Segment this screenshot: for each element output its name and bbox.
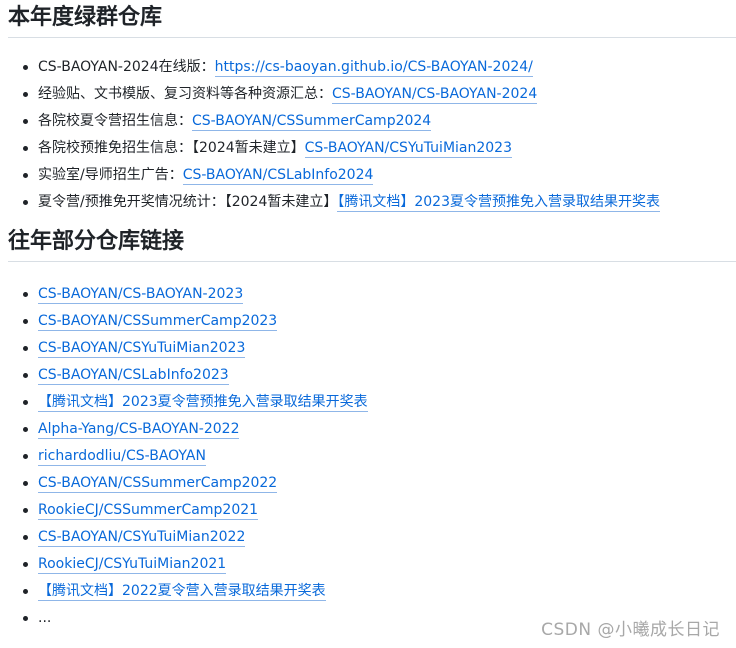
link-past-repo[interactable]: 【腾讯文档】2022夏令营入营录取结果开奖表 <box>38 583 326 601</box>
watermark-text: CSDN @小曦成长日记 <box>541 620 720 640</box>
section-heading-current: 本年度绿群仓库 <box>8 0 736 38</box>
section-heading-past: 往年部分仓库链接 <box>8 224 736 262</box>
list-item-text: 各院校预推免招生信息：【2024暂未建立】 <box>38 140 305 156</box>
bullet-icon <box>23 373 28 378</box>
ellipsis-text: ... <box>38 610 52 626</box>
list-item: CS-BAOYAN/CSSummerCamp2022 <box>8 470 736 497</box>
link-resources-repo[interactable]: CS-BAOYAN/CS-BAOYAN-2024 <box>332 86 538 104</box>
list-item: richardodliu/CS-BAOYAN <box>8 443 736 470</box>
bullet-icon <box>23 535 28 540</box>
list-item: 各院校夏令营招生信息：CS-BAOYAN/CSSummerCamp2024 <box>8 108 736 135</box>
bullet-icon <box>23 200 28 205</box>
bullet-icon <box>23 346 28 351</box>
bullet-icon <box>23 454 28 459</box>
link-past-repo[interactable]: richardodliu/CS-BAOYAN <box>38 448 206 466</box>
list-item-text: 各院校夏令营招生信息： <box>38 113 192 129</box>
list-item-text: 夏令营/预推免开奖情况统计：【2024暂未建立】 <box>38 194 338 210</box>
list-item-text: 经验贴、文书模版、复习资料等各种资源汇总： <box>38 86 332 102</box>
link-past-repo[interactable]: Alpha-Yang/CS-BAOYAN-2022 <box>38 421 240 439</box>
bullet-icon <box>23 92 28 97</box>
link-summer-camp-repo[interactable]: CS-BAOYAN/CSSummerCamp2024 <box>192 113 432 131</box>
list-item: 实验室/导师招生广告：CS-BAOYAN/CSLabInfo2024 <box>8 162 736 189</box>
bullet-icon <box>23 616 28 621</box>
list-item: Alpha-Yang/CS-BAOYAN-2022 <box>8 416 736 443</box>
section-past: 往年部分仓库链接 CS-BAOYAN/CS-BAOYAN-2023 CS-BAO… <box>0 224 736 632</box>
bullet-icon <box>23 65 28 70</box>
list-item: CS-BAOYAN/CSSummerCamp2023 <box>8 308 736 335</box>
link-past-repo[interactable]: RookieCJ/CSYuTuiMian2021 <box>38 556 227 574</box>
link-past-repo[interactable]: 【腾讯文档】2023夏令营预推免入营录取结果开奖表 <box>38 394 368 412</box>
list-item: CS-BAOYAN-2024在线版：https://cs-baoyan.gith… <box>8 54 736 81</box>
link-lab-info-repo[interactable]: CS-BAOYAN/CSLabInfo2024 <box>182 167 374 185</box>
bullet-icon <box>23 292 28 297</box>
bullet-icon <box>23 400 28 405</box>
list-item: 【腾讯文档】2022夏令营入营录取结果开奖表 <box>8 578 736 605</box>
link-yutuimian-repo[interactable]: CS-BAOYAN/CSYuTuiMian2023 <box>304 140 512 158</box>
list-item: CS-BAOYAN/CSLabInfo2023 <box>8 362 736 389</box>
link-past-repo[interactable]: CS-BAOYAN/CS-BAOYAN-2023 <box>38 286 244 304</box>
list-item: CS-BAOYAN/CSYuTuiMian2022 <box>8 524 736 551</box>
bullet-icon <box>23 589 28 594</box>
list-item: 经验贴、文书模版、复习资料等各种资源汇总：CS-BAOYAN/CS-BAOYAN… <box>8 81 736 108</box>
list-item: 各院校预推免招生信息：【2024暂未建立】CS-BAOYAN/CSYuTuiMi… <box>8 135 736 162</box>
list-item: CS-BAOYAN/CSYuTuiMian2023 <box>8 335 736 362</box>
link-online-version[interactable]: https://cs-baoyan.github.io/CS-BAOYAN-20… <box>214 59 533 77</box>
list-item: RookieCJ/CSYuTuiMian2021 <box>8 551 736 578</box>
link-tencent-doc-2023[interactable]: 【腾讯文档】2023夏令营预推免入营录取结果开奖表 <box>337 194 660 212</box>
bullet-icon <box>23 427 28 432</box>
bullet-icon <box>23 481 28 486</box>
list-item: CS-BAOYAN/CS-BAOYAN-2023 <box>8 281 736 308</box>
bullet-icon <box>23 173 28 178</box>
list-item: 【腾讯文档】2023夏令营预推免入营录取结果开奖表 <box>8 389 736 416</box>
link-past-repo[interactable]: CS-BAOYAN/CSYuTuiMian2022 <box>38 529 246 547</box>
link-past-repo[interactable]: CS-BAOYAN/CSSummerCamp2023 <box>38 313 278 331</box>
link-past-repo[interactable]: CS-BAOYAN/CSSummerCamp2022 <box>38 475 278 493</box>
list-item: RookieCJ/CSSummerCamp2021 <box>8 497 736 524</box>
past-repo-list: CS-BAOYAN/CS-BAOYAN-2023 CS-BAOYAN/CSSum… <box>8 281 736 632</box>
list-item-text: CS-BAOYAN-2024在线版： <box>38 59 215 75</box>
bullet-icon <box>23 562 28 567</box>
bullet-icon <box>23 119 28 124</box>
bullet-icon <box>23 508 28 513</box>
link-past-repo[interactable]: CS-BAOYAN/CSYuTuiMian2023 <box>38 340 246 358</box>
list-item-text: 实验室/导师招生广告： <box>38 167 183 183</box>
section-current: 本年度绿群仓库 CS-BAOYAN-2024在线版：https://cs-bao… <box>0 0 736 216</box>
link-past-repo[interactable]: RookieCJ/CSSummerCamp2021 <box>38 502 259 520</box>
bullet-icon <box>23 319 28 324</box>
list-item: 夏令营/预推免开奖情况统计：【2024暂未建立】【腾讯文档】2023夏令营预推免… <box>8 189 736 216</box>
link-past-repo[interactable]: CS-BAOYAN/CSLabInfo2023 <box>38 367 229 385</box>
current-repo-list: CS-BAOYAN-2024在线版：https://cs-baoyan.gith… <box>8 54 736 216</box>
bullet-icon <box>23 146 28 151</box>
